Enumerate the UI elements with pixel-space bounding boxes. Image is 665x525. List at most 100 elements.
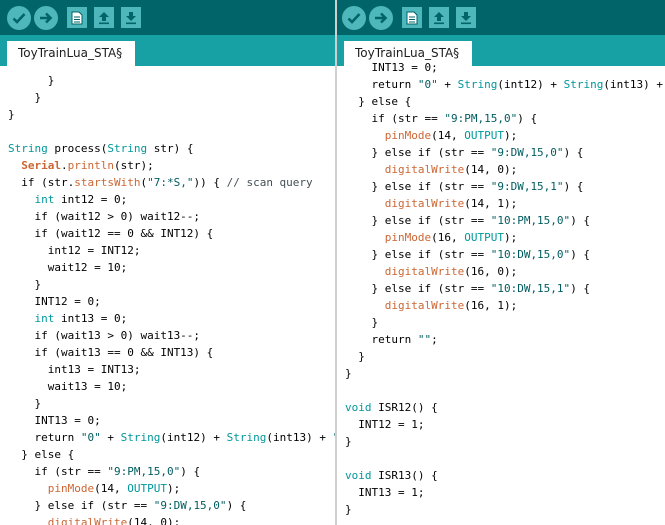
code-line: INT13 = 1; [345,484,424,501]
code-line: } else if (str == "10:DW,15,0") { [345,246,590,263]
code-line: } else if (str == "9:DW,15,0") { [8,497,246,514]
code-line: return ""; [345,331,438,348]
code-token: "9:DW,15,0" [153,499,227,512]
code-token: (int12) + [160,431,227,444]
code-line: pinMode(14, OUTPUT); [345,127,517,144]
code-line: digitalWrite(14, 0); [8,514,180,525]
code-line: String process(String str) { [8,140,193,157]
code-token: println [67,159,114,172]
code-line: INT12 = 0; [8,293,100,310]
code-token: "10:PM,15,0" [490,214,571,227]
code-token: if (str. [8,176,75,189]
code-token: } else { [345,95,412,108]
checkmark-icon [12,13,26,24]
code-token: (14, 1); [464,197,518,210]
code-token: + [100,431,121,444]
open-button[interactable] [429,7,449,28]
code-token: } [345,350,365,363]
code-token: (14, 0); [464,163,518,176]
code-line: digitalWrite(16, 0); [345,263,517,280]
code-token: } [345,503,352,516]
code-token: INT12 = 1; [345,418,425,431]
code-token: } [8,278,42,291]
upload-button[interactable] [34,6,58,30]
verify-button[interactable] [7,6,31,30]
code-line: INT13 = 0; [345,59,438,76]
new-sketch-button[interactable] [67,7,87,28]
code-token: Serial [21,159,61,172]
code-line: return "0" + String(int12) + String(int1… [345,76,665,93]
code-line: } else { [345,93,411,110]
arrow-right-icon [375,12,388,24]
code-token: } [345,435,352,448]
code-token: INT13 = 0; [345,61,438,74]
code-token: wait13 = 10; [8,380,128,393]
code-token: ) { [570,248,591,261]
arrow-down-icon [461,11,471,24]
code-line: } [8,106,15,123]
code-token: . [61,159,68,172]
code-token: "0" [80,431,101,444]
code-token: ) { [180,465,201,478]
code-token: int12 = 0; [54,193,128,206]
code-token: } [345,367,352,380]
code-token: ); [166,482,181,495]
code-line: } [8,72,55,89]
code-line: pinMode(14, OUTPUT); [8,480,180,497]
code-token: ) { [517,112,538,125]
code-token: OUTPUT [127,482,167,495]
code-line: } else if (str == "9:DW,15,0") { [345,144,583,161]
code-line: if (str.startsWith("7:*S,")) { // scan q… [8,174,312,191]
code-token: "" [417,333,432,346]
checkmark-icon [347,13,361,24]
code-token: return [8,431,81,444]
code-token: ; [431,333,438,346]
code-token: if (str == [345,112,445,125]
code-token: pinMode [384,231,432,244]
editor-pane-left: ToyTrainLua_STA§ } }} String process(Stri… [0,0,335,525]
tab-sketch[interactable]: ToyTrainLua_STA§ [7,41,135,66]
save-button[interactable] [456,7,476,28]
code-line: wait13 = 10; [8,378,127,395]
code-token: (16, [431,231,465,244]
code-token: "9:DW,15,1" [490,180,564,193]
open-button[interactable] [94,7,114,28]
code-token: str) { [147,142,194,155]
code-token: process( [47,142,108,155]
code-token: (14, [431,129,465,142]
code-token: + [437,78,458,91]
code-line: void ISR12() { [345,399,438,416]
code-line: } [345,433,352,450]
code-token: if (wait12 > 0) wait12--; [8,210,201,223]
code-token: String [226,431,267,444]
arrow-down-icon [126,11,136,24]
code-token: String [107,142,148,155]
code-token: } [8,91,42,104]
code-token: )) { [193,176,227,189]
code-token: digitalWrite [384,197,465,210]
code-line: } [345,314,378,331]
code-token: } [8,108,15,121]
code-token: "7:*S," [147,176,194,189]
new-sketch-button[interactable] [402,7,422,28]
code-token: "9:DW,15,0" [490,146,564,159]
code-token: int13 = 0; [54,312,128,325]
upload-button[interactable] [369,6,393,30]
code-token: int12 = INT12; [8,244,141,257]
code-line: } else if (str == "10:DW,15,1") { [345,280,590,297]
tab-bar: ToyTrainLua_STA§ [0,35,335,66]
code-line: if (wait12 == 0 && INT12) { [8,225,213,242]
save-button[interactable] [121,7,141,28]
code-line: return "0" + String(int12) + String(int1… [8,429,335,446]
code-token: (14, 0); [127,516,181,525]
verify-button[interactable] [342,6,366,30]
